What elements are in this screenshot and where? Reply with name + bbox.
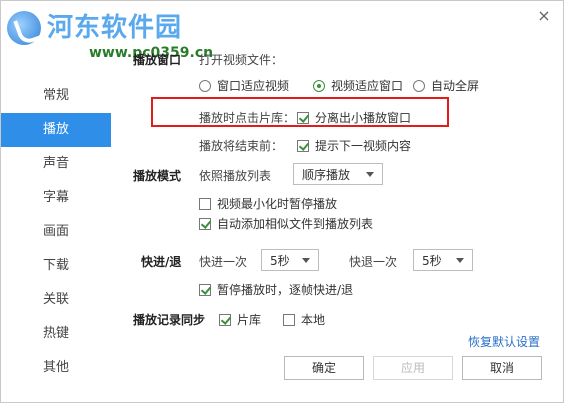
radio-circle [199, 79, 211, 92]
checkbox-box [297, 111, 309, 124]
radio-circle [313, 79, 325, 92]
radio-circle [413, 79, 425, 92]
apply-button[interactable]: 应用 [373, 356, 453, 380]
sidebar-item-picture[interactable]: 画面 [1, 215, 111, 249]
sidebar-item-sound[interactable]: 声音 [1, 147, 111, 181]
checkbox-box [199, 283, 211, 296]
radio-label: 窗口适应视频 [217, 79, 290, 93]
watermark-title: 河东软件园 [47, 13, 183, 43]
sidebar-item-hotkeys[interactable]: 热键 [1, 317, 111, 351]
checkbox-label: 本地 [301, 313, 326, 327]
checkbox-label: 提示下一视频内容 [315, 139, 412, 153]
checkbox-sync-local[interactable]: 本地 [283, 311, 325, 328]
sidebar-item-general[interactable]: 常规 [1, 79, 111, 113]
watermark-logo-icon [7, 11, 41, 45]
checkbox-box [219, 313, 231, 326]
radio-label: 自动全屏 [431, 79, 480, 93]
radio-auto-fullscreen[interactable]: 自动全屏 [413, 77, 479, 94]
select-value: 顺序播放 [302, 167, 351, 182]
section-playback-window: 播放窗口 [133, 53, 182, 67]
playlist-label: 依照播放列表 [199, 169, 272, 183]
sidebar-item-subtitle[interactable]: 字幕 [1, 181, 111, 215]
sidebar-item-association[interactable]: 关联 [1, 283, 111, 317]
play-order-select[interactable]: 顺序播放 [293, 163, 383, 185]
close-icon[interactable]: × [537, 8, 551, 24]
sidebar-item-playback[interactable]: 播放 [1, 113, 111, 147]
checkbox-box [199, 217, 211, 230]
chevron-down-icon [456, 257, 464, 263]
watermark: 河东软件园 www.pc0359.cn [7, 7, 217, 67]
radio-window-fit-video[interactable]: 窗口适应视频 [199, 77, 289, 94]
sidebar: 常规 播放 声音 字幕 画面 下载 关联 热键 其他 [1, 79, 111, 385]
checkbox-auto-add-similar[interactable]: 自动添加相似文件到播放列表 [199, 215, 373, 232]
checkbox-sync-library[interactable]: 片库 [219, 311, 261, 328]
open-video-label: 打开视频文件： [199, 53, 284, 67]
checkbox-label: 分离出小播放窗口 [315, 111, 412, 125]
checkbox-label: 片库 [237, 313, 262, 327]
radio-video-fit-window[interactable]: 视频适应窗口 [313, 77, 403, 94]
checkbox-label: 自动添加相似文件到播放列表 [217, 217, 374, 231]
checkbox-detach-mini-window[interactable]: 分离出小播放窗口 [297, 109, 411, 126]
section-play-mode: 播放模式 [133, 169, 182, 183]
checkbox-next-video-hint[interactable]: 提示下一视频内容 [297, 137, 411, 154]
cancel-button[interactable]: 取消 [462, 356, 542, 380]
checkbox-frame-step[interactable]: 暂停播放时，逐帧快进/退 [199, 281, 353, 298]
checkbox-box [297, 139, 309, 152]
backward-label: 快退一次 [349, 255, 398, 269]
checkbox-pause-minimized[interactable]: 视频最小化时暂停播放 [199, 195, 337, 212]
ok-button[interactable]: 确定 [284, 356, 364, 380]
library-click-label: 播放时点击片库： [199, 111, 296, 125]
select-value: 5秒 [270, 253, 290, 268]
backward-step-select[interactable]: 5秒 [413, 249, 473, 271]
radio-label: 视频适应窗口 [331, 79, 404, 93]
checkbox-box [199, 197, 211, 210]
settings-dialog: 河东软件园 www.pc0359.cn × 常规 播放 声音 字幕 画面 下载 … [0, 0, 564, 403]
checkbox-box [283, 313, 295, 326]
sidebar-item-download[interactable]: 下载 [1, 249, 111, 283]
forward-label: 快进一次 [199, 255, 248, 269]
select-value: 5秒 [422, 253, 442, 268]
forward-step-select[interactable]: 5秒 [261, 249, 319, 271]
section-sync: 播放记录同步 [133, 313, 206, 327]
chevron-down-icon [366, 171, 374, 177]
before-end-label: 播放将结束前： [199, 139, 284, 153]
section-seek: 快进/退 [141, 255, 182, 269]
checkbox-label: 暂停播放时，逐帧快进/退 [217, 283, 354, 297]
restore-defaults-link[interactable]: 恢复默认设置 [468, 333, 540, 350]
chevron-down-icon [302, 257, 310, 263]
sidebar-item-other[interactable]: 其他 [1, 351, 111, 385]
checkbox-label: 视频最小化时暂停播放 [217, 197, 338, 211]
